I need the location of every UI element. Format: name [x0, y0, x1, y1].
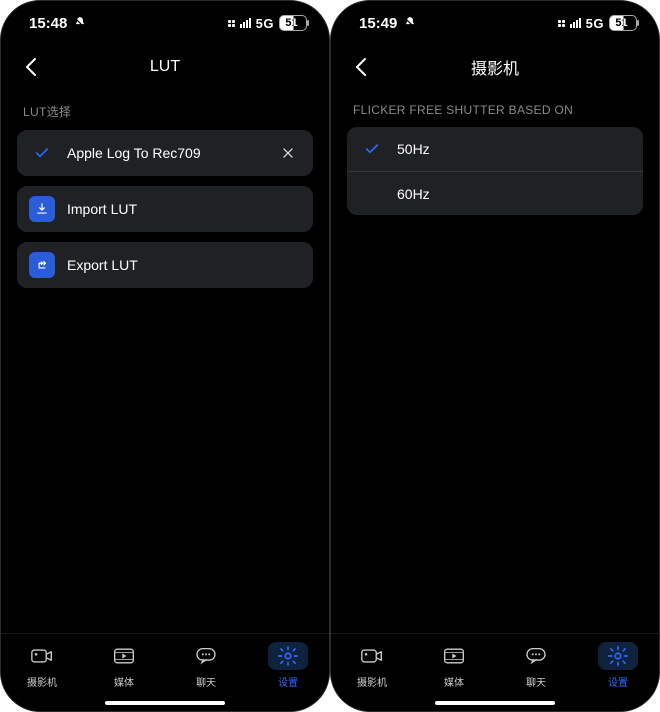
nav-header: 摄影机	[331, 45, 659, 89]
option-label: 50Hz	[397, 141, 430, 157]
chat-icon	[186, 642, 226, 670]
option-label: 60Hz	[397, 186, 430, 202]
phone-right: 15:49 5G 51 摄影机 FLICKER FREE SHUTTER BAS…	[330, 0, 660, 712]
dual-sim-icon	[228, 20, 235, 27]
download-icon	[29, 196, 55, 222]
option-60hz[interactable]: 60Hz	[347, 171, 643, 215]
home-indicator[interactable]	[105, 701, 225, 705]
tab-label: 摄影机	[357, 674, 387, 689]
check-icon	[359, 141, 385, 157]
network-type: 5G	[256, 16, 274, 31]
import-lut-button[interactable]: Import LUT	[17, 186, 313, 232]
page-title: 摄影机	[331, 55, 659, 79]
section-label: FLICKER FREE SHUTTER BASED ON	[331, 89, 659, 127]
tab-bar: 摄影机 媒体 聊天 设置	[1, 633, 329, 711]
option-50hz[interactable]: 50Hz	[347, 127, 643, 171]
lut-selected-label: Apple Log To Rec709	[67, 145, 263, 161]
gear-icon	[268, 642, 308, 670]
lut-list: Apple Log To Rec709 Import LUT Export LU…	[1, 130, 329, 288]
bell-off-icon	[73, 16, 87, 30]
home-indicator[interactable]	[435, 701, 555, 705]
dual-sim-icon	[558, 20, 565, 27]
close-icon[interactable]	[275, 146, 301, 160]
chat-icon	[516, 642, 556, 670]
bell-off-icon	[403, 16, 417, 30]
tab-camera[interactable]: 摄影机	[1, 634, 83, 711]
tab-media[interactable]: 媒体	[83, 634, 165, 711]
tab-camera[interactable]: 摄影机	[331, 634, 413, 711]
page-title: LUT	[1, 58, 329, 76]
status-bar: 15:48 5G 51	[1, 1, 329, 45]
gear-icon	[598, 642, 638, 670]
section-label: LUT选择	[1, 89, 329, 130]
network-type: 5G	[586, 16, 604, 31]
battery-icon: 51	[609, 15, 637, 31]
export-lut-label: Export LUT	[67, 257, 301, 273]
tab-label: 媒体	[444, 674, 464, 689]
tab-chat[interactable]: 聊天	[165, 634, 247, 711]
tab-bar: 摄影机 媒体 聊天 设置	[331, 633, 659, 711]
tab-settings[interactable]: 设置	[577, 634, 659, 711]
camera-icon	[352, 642, 392, 670]
import-lut-label: Import LUT	[67, 201, 301, 217]
check-icon	[29, 145, 55, 161]
status-bar: 15:49 5G 51	[331, 1, 659, 45]
tab-label: 媒体	[114, 674, 134, 689]
signal-icon	[240, 18, 251, 28]
tab-label: 摄影机	[27, 674, 57, 689]
tab-settings[interactable]: 设置	[247, 634, 329, 711]
phone-left: 15:48 5G 51 LUT LUT选择	[0, 0, 330, 712]
share-arrow-icon	[29, 252, 55, 278]
media-icon	[434, 642, 474, 670]
status-time: 15:48	[29, 15, 67, 32]
export-lut-button[interactable]: Export LUT	[17, 242, 313, 288]
media-icon	[104, 642, 144, 670]
camera-icon	[22, 642, 62, 670]
tab-media[interactable]: 媒体	[413, 634, 495, 711]
battery-icon: 51	[279, 15, 307, 31]
tab-label: 聊天	[526, 674, 546, 689]
tab-label: 设置	[608, 674, 628, 689]
tab-label: 聊天	[196, 674, 216, 689]
tab-label: 设置	[278, 674, 298, 689]
nav-header: LUT	[1, 45, 329, 89]
tab-chat[interactable]: 聊天	[495, 634, 577, 711]
flicker-options: 50Hz 60Hz	[347, 127, 643, 215]
status-time: 15:49	[359, 15, 397, 32]
lut-selected-row[interactable]: Apple Log To Rec709	[17, 130, 313, 176]
signal-icon	[570, 18, 581, 28]
